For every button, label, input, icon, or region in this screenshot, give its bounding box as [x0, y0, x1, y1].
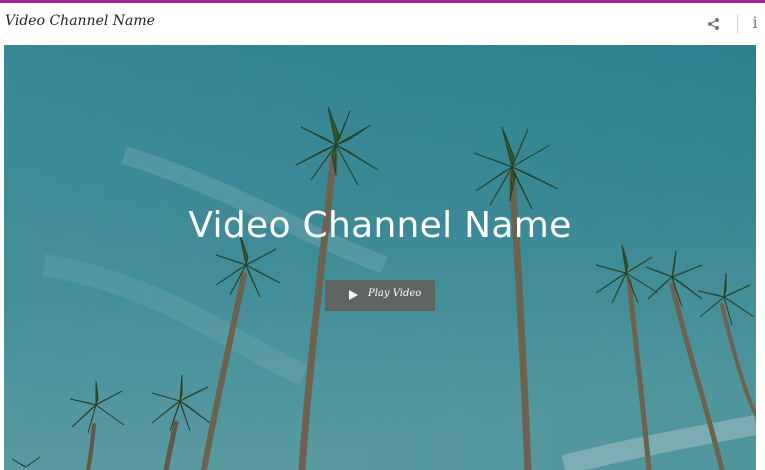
info-icon[interactable]: i: [749, 12, 761, 34]
play-video-label: Play Video: [368, 288, 422, 299]
channel-title: Video Channel Name: [5, 13, 155, 29]
play-icon: [349, 290, 358, 300]
header-divider: [737, 14, 738, 34]
right-gutter: [756, 45, 765, 470]
palm-trees-background: [4, 45, 756, 470]
hero-title: Video Channel Name: [188, 205, 572, 246]
video-hero[interactable]: Video Channel Name Play Video: [4, 45, 756, 470]
header-bar: Video Channel Name i: [0, 3, 765, 45]
share-icon[interactable]: [706, 16, 722, 32]
play-video-button[interactable]: Play Video: [325, 280, 435, 311]
